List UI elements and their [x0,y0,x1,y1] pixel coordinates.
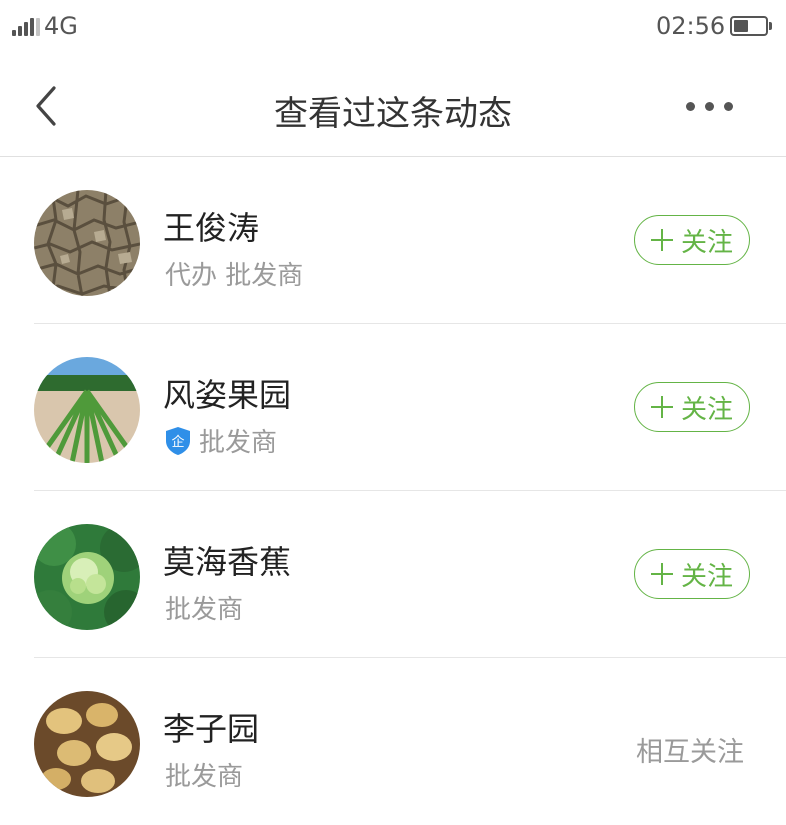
follow-label: 关注 [680,227,733,258]
list-item[interactable]: 莫海香蕉 批发商 关注 [0,491,786,658]
user-tags: 批发商 [165,762,244,792]
avatar[interactable] [34,691,140,797]
follow-button[interactable]: 关注 [634,549,750,599]
signal-icon [12,18,42,36]
nav-bar: 查看过这条动态 [0,56,786,157]
plus-icon [650,396,673,418]
status-bar: 4G 02:56 [0,0,786,56]
more-button[interactable] [682,92,738,120]
list-item[interactable]: 李子园 批发商 相互关注 [0,658,786,825]
plus-icon [650,229,673,251]
network-type: 4G [44,12,78,40]
user-tags: 批发商 [165,595,244,625]
list-item[interactable]: 风姿果园 企 批发商 关注 [0,324,786,491]
user-name: 王俊涛 [163,209,260,247]
user-name: 莫海香蕉 [163,543,292,581]
avatar[interactable] [34,190,140,296]
follow-button[interactable]: 关注 [634,382,750,432]
plus-icon [650,563,673,585]
user-tags-text: 批发商 [199,428,278,458]
verified-enterprise-icon: 企 [166,426,190,455]
avatar[interactable] [34,357,140,463]
svg-text:企: 企 [171,434,184,450]
follow-label: 关注 [680,561,733,592]
follow-button[interactable]: 关注 [634,215,750,265]
user-tags: 企 批发商 [165,422,277,459]
mutual-follow-label[interactable]: 相互关注 [636,730,744,769]
viewer-list: 王俊涛 代办 批发商 关注 风姿果园 企 批发商 关注 莫海香蕉 批发商 关注 … [0,157,786,825]
follow-label: 关注 [680,394,733,425]
user-name: 风姿果园 [163,376,292,414]
battery-icon [730,16,772,36]
clock: 02:56 [656,12,726,40]
avatar[interactable] [34,524,140,630]
list-item[interactable]: 王俊涛 代办 批发商 关注 [0,157,786,324]
page-title: 查看过这条动态 [274,94,512,134]
user-tags: 代办 批发商 [165,261,304,291]
user-name: 李子园 [163,710,260,748]
